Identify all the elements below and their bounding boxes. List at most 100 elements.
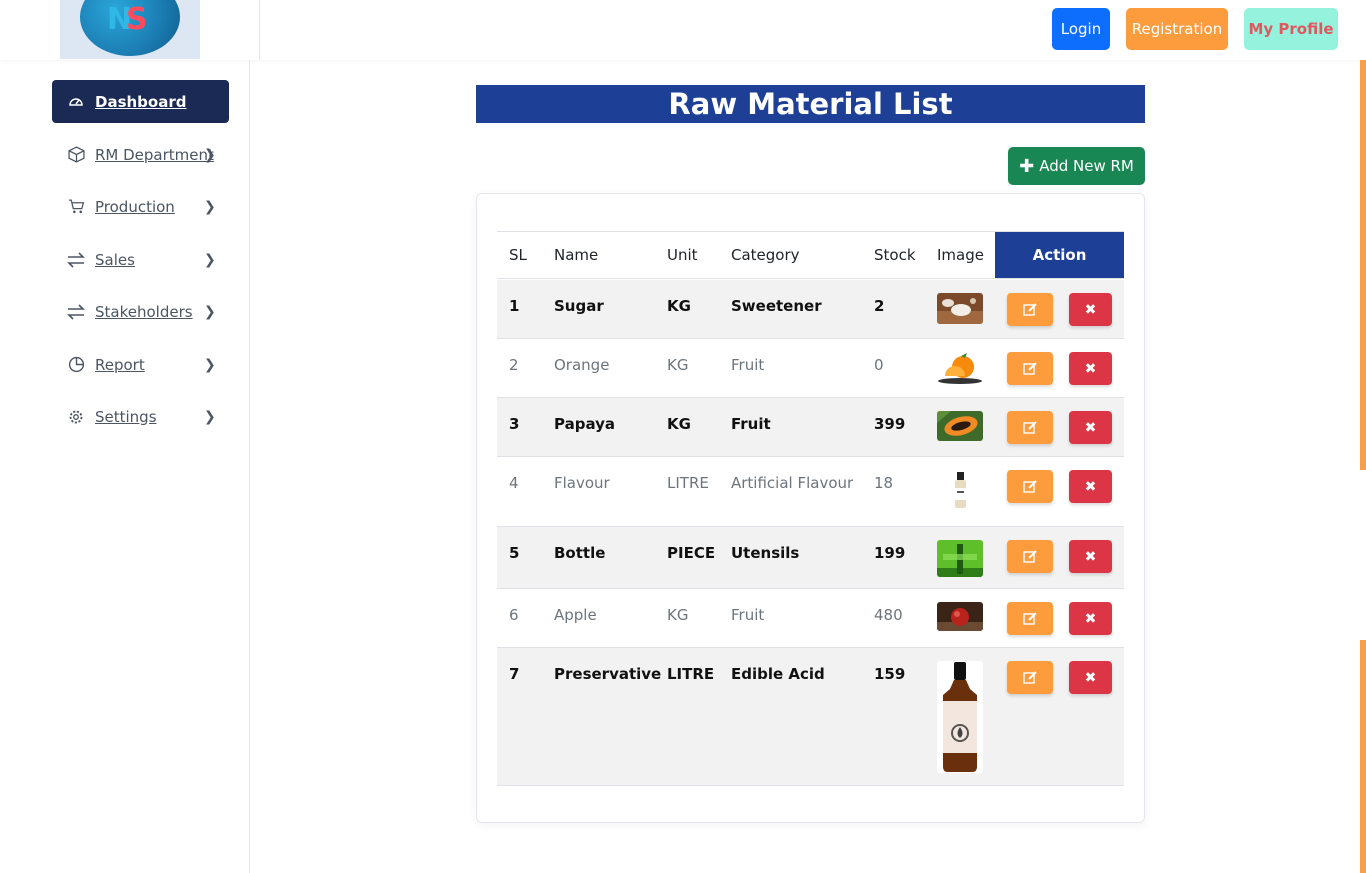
edit-icon xyxy=(1022,302,1037,316)
edit-icon xyxy=(1022,611,1037,625)
cell-stock: 0 xyxy=(874,356,884,374)
my-profile-button[interactable]: My Profile xyxy=(1244,8,1338,50)
cell-unit: PIECE xyxy=(667,544,716,562)
chevron-right-icon: ❯ xyxy=(204,198,216,215)
table-row: 4 Flavour LITRE Artificial Flavour 18 ✖ xyxy=(497,457,1124,527)
delete-button[interactable]: ✖ xyxy=(1069,470,1112,503)
edit-icon xyxy=(1022,420,1037,434)
close-icon: ✖ xyxy=(1084,301,1097,318)
cell-category: Sweetener xyxy=(731,297,822,315)
chevron-right-icon: ❯ xyxy=(204,408,216,425)
cell-name: Apple xyxy=(554,606,597,624)
column-header-category: Category xyxy=(719,231,862,279)
cell-category: Edible Acid xyxy=(731,665,825,683)
sidebar-divider xyxy=(249,60,250,873)
edit-button[interactable] xyxy=(1007,602,1053,635)
cell-name: Sugar xyxy=(554,297,604,315)
edit-button[interactable] xyxy=(1007,293,1053,326)
sidebar-item-label: Sales xyxy=(95,250,135,269)
cell-unit: KG xyxy=(667,606,689,624)
cell-category: Fruit xyxy=(731,415,771,433)
cell-unit: LITRE xyxy=(667,665,715,683)
delete-button[interactable]: ✖ xyxy=(1069,352,1112,385)
logo-letter-n: N xyxy=(107,2,132,37)
delete-button[interactable]: ✖ xyxy=(1069,540,1112,573)
column-header-image: Image xyxy=(925,231,995,279)
sidebar-item-label: Dashboard xyxy=(95,92,187,111)
delete-button[interactable]: ✖ xyxy=(1069,602,1112,635)
table-row: 7 Preservative LITRE Edible Acid 159 ✖ xyxy=(497,648,1124,786)
chevron-right-icon: ❯ xyxy=(204,303,216,320)
arrows-swap-icon xyxy=(67,251,85,269)
edit-icon xyxy=(1022,361,1037,375)
close-icon: ✖ xyxy=(1084,419,1097,436)
cell-sl: 1 xyxy=(509,297,520,315)
cell-stock: 480 xyxy=(874,606,903,624)
close-icon: ✖ xyxy=(1084,548,1097,565)
gear-icon xyxy=(67,408,85,426)
sidebar-item-rm-department[interactable]: RM Department ❯ xyxy=(52,133,229,176)
column-header-unit: Unit xyxy=(654,231,719,279)
cell-stock: 18 xyxy=(874,474,894,492)
sidebar-item-label: Report xyxy=(95,355,145,374)
juice-bottle-image xyxy=(937,540,983,577)
close-icon: ✖ xyxy=(1084,669,1097,686)
cell-stock: 159 xyxy=(874,665,906,683)
cell-category: Utensils xyxy=(731,544,800,562)
cell-unit: LITRE xyxy=(667,474,709,492)
cell-name: Flavour xyxy=(554,474,610,492)
edit-button[interactable] xyxy=(1007,352,1053,385)
close-icon: ✖ xyxy=(1084,360,1097,377)
delete-button[interactable]: ✖ xyxy=(1069,293,1112,326)
cell-stock: 2 xyxy=(874,297,885,315)
sidebar-item-dashboard[interactable]: Dashboard xyxy=(52,80,229,123)
delete-button[interactable]: ✖ xyxy=(1069,661,1112,694)
sidebar-item-label: RM Department xyxy=(95,145,214,164)
sidebar-item-stakeholders[interactable]: Stakeholders ❯ xyxy=(52,290,229,333)
cell-name: Bottle xyxy=(554,544,606,562)
cell-unit: KG xyxy=(667,297,691,315)
cell-category: Artificial Flavour xyxy=(731,474,854,492)
amber-bottle-image xyxy=(937,661,983,773)
cell-category: Fruit xyxy=(731,606,765,624)
edit-button[interactable] xyxy=(1007,661,1053,694)
column-header-sl: SL xyxy=(497,231,542,279)
pie-chart-icon xyxy=(67,356,85,374)
scrollbar-stripe[interactable] xyxy=(1360,640,1366,873)
cell-sl: 7 xyxy=(509,665,520,683)
sugar-image xyxy=(937,293,983,324)
close-icon: ✖ xyxy=(1084,478,1097,495)
edit-button[interactable] xyxy=(1007,411,1053,444)
registration-button[interactable]: Registration xyxy=(1126,8,1228,50)
flavour-bottle-image xyxy=(937,470,983,512)
cell-sl: 4 xyxy=(509,474,519,492)
scrollbar-stripe[interactable] xyxy=(1360,60,1366,470)
cell-unit: KG xyxy=(667,356,689,374)
box-icon xyxy=(67,146,85,164)
add-new-rm-label: Add New RM xyxy=(1039,157,1134,175)
sidebar-item-label: Settings xyxy=(95,407,157,426)
cell-sl: 6 xyxy=(509,606,519,624)
edit-button[interactable] xyxy=(1007,470,1053,503)
scrollbar-track[interactable] xyxy=(1360,470,1366,640)
sidebar-item-settings[interactable]: Settings ❯ xyxy=(52,395,229,438)
table-row: 2 Orange KG Fruit 0 ✖ xyxy=(497,339,1124,398)
chevron-right-icon: ❯ xyxy=(204,146,216,163)
page-title: Raw Material List xyxy=(476,85,1145,123)
edit-icon xyxy=(1022,479,1037,493)
sidebar-item-production[interactable]: Production ❯ xyxy=(52,185,229,228)
cell-name: Orange xyxy=(554,356,610,374)
sidebar-item-report[interactable]: Report ❯ xyxy=(52,343,229,386)
sidebar-item-sales[interactable]: Sales ❯ xyxy=(52,238,229,281)
table-row: 6 Apple KG Fruit 480 ✖ xyxy=(497,589,1124,648)
add-new-rm-button[interactable]: ✚ Add New RM xyxy=(1008,147,1145,185)
edit-button[interactable] xyxy=(1007,540,1053,573)
logo[interactable]: N S xyxy=(60,0,200,59)
delete-button[interactable]: ✖ xyxy=(1069,411,1112,444)
cell-stock: 399 xyxy=(874,415,906,433)
header-divider xyxy=(259,0,260,60)
login-button[interactable]: Login xyxy=(1052,8,1110,50)
table-row: 5 Bottle PIECE Utensils 199 ✖ xyxy=(497,527,1124,589)
chevron-right-icon: ❯ xyxy=(204,251,216,268)
chevron-right-icon: ❯ xyxy=(204,356,216,373)
